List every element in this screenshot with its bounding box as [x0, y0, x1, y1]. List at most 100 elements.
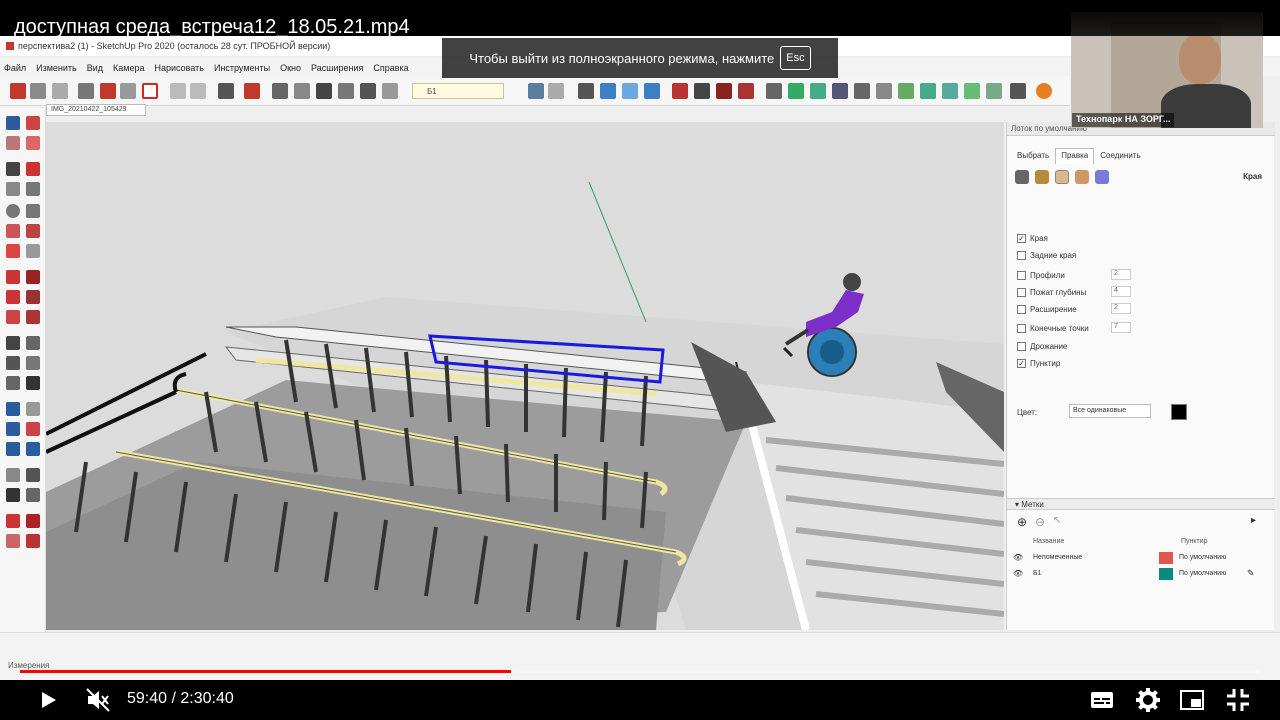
mute-icon[interactable]	[84, 686, 112, 714]
watermark-settings-icon[interactable]	[1075, 170, 1089, 184]
extension-icon[interactable]	[738, 83, 754, 99]
warehouse-icon[interactable]	[694, 83, 710, 99]
menu-window[interactable]: Окно	[280, 63, 301, 76]
polygon-tool-icon[interactable]	[26, 204, 40, 218]
checkbox-back-edges[interactable]	[1017, 250, 1026, 260]
checkbox-extension[interactable]	[1017, 304, 1026, 314]
rotate-tool-icon[interactable]	[6, 290, 20, 304]
stamp-icon[interactable]	[876, 83, 892, 99]
orbit-tool-icon[interactable]	[6, 402, 20, 416]
axes-tool-icon[interactable]	[6, 376, 20, 390]
three-point-arc-tool-icon[interactable]	[6, 244, 20, 258]
option-dashes[interactable]: ✓ Пунктир	[1017, 357, 1060, 369]
right-view-icon[interactable]	[338, 83, 354, 99]
style-icon[interactable]	[528, 83, 544, 99]
option-extension[interactable]: Расширение	[1017, 303, 1077, 315]
endpoints-value[interactable]: 7	[1111, 322, 1131, 333]
sketchup-icon[interactable]	[10, 83, 26, 99]
checkbox-profiles[interactable]	[1017, 270, 1026, 280]
tag-tool-icon[interactable]: ↖	[1053, 515, 1061, 526]
layout-icon[interactable]	[1010, 83, 1026, 99]
save-icon[interactable]	[52, 83, 68, 99]
tags-panel-header[interactable]: ▾ Метки	[1007, 498, 1275, 510]
settings-gear-icon[interactable]	[1134, 686, 1162, 714]
extension-warehouse-icon[interactable]	[1036, 83, 1052, 99]
depth-cue-value[interactable]: 4	[1111, 286, 1131, 297]
option-depth-cue[interactable]: Пожат глубины	[1017, 286, 1086, 298]
exit-fullscreen-icon[interactable]	[1224, 686, 1252, 714]
visibility-eye-icon[interactable]: 👁	[1013, 569, 1023, 578]
redo-icon[interactable]	[190, 83, 206, 99]
smoove-icon[interactable]	[854, 83, 870, 99]
tag-row-untagged[interactable]: 👁 Непомеченные По умолчанию	[1007, 552, 1275, 566]
scene-tab[interactable]: IMG_20210422_105429	[46, 104, 146, 116]
model-info-icon[interactable]	[244, 83, 260, 99]
add-detail-icon[interactable]	[920, 83, 936, 99]
option-edges[interactable]: ✓ Края	[1017, 232, 1048, 244]
share-component-tool-icon[interactable]	[26, 514, 40, 528]
rectangle-tool-icon[interactable]	[6, 182, 20, 196]
checkbox-endpoints[interactable]	[1017, 323, 1026, 333]
zoom-icon[interactable]	[622, 83, 638, 99]
pie-tool-icon[interactable]	[26, 244, 40, 258]
offset-tool-icon[interactable]	[26, 310, 40, 324]
orbit-icon[interactable]	[578, 83, 594, 99]
line-tool-icon[interactable]	[6, 162, 20, 176]
push-pull-tool-icon[interactable]	[26, 270, 40, 284]
contour-icon[interactable]	[986, 83, 1002, 99]
video-title[interactable]: доступная среда_встреча12_18.05.21.mp4	[14, 16, 410, 39]
add-tag-icon[interactable]: ⊕	[1017, 515, 1027, 529]
freehand-tool-icon[interactable]	[26, 162, 40, 176]
cut-icon[interactable]	[78, 83, 94, 99]
menu-extensions[interactable]: Расширения	[311, 63, 363, 76]
zoom-extents-tool-icon[interactable]	[6, 442, 20, 456]
section-plane-icon[interactable]	[766, 83, 782, 99]
progress-bar[interactable]	[20, 670, 1260, 673]
top-view-icon[interactable]	[294, 83, 310, 99]
subtitles-icon[interactable]	[1088, 686, 1116, 714]
menu-help[interactable]: Справка	[373, 63, 408, 76]
active-tag-pencil-icon[interactable]: ✎	[1247, 568, 1255, 579]
extension-manager-tool-icon[interactable]	[6, 534, 20, 548]
walk-tool-icon[interactable]	[6, 488, 20, 502]
menu-view[interactable]: Вид	[87, 63, 103, 76]
option-profiles[interactable]: Профили	[1017, 269, 1065, 281]
print-icon[interactable]	[218, 83, 234, 99]
checkbox-dashes[interactable]: ✓	[1017, 358, 1026, 368]
play-icon[interactable]	[34, 686, 62, 714]
3d-text-tool-icon[interactable]	[26, 376, 40, 390]
terrain-icon[interactable]	[964, 83, 980, 99]
scale-tool-icon[interactable]	[6, 310, 20, 324]
tab-select[interactable]: Выбрать	[1011, 148, 1055, 164]
flip-edge-icon[interactable]	[942, 83, 958, 99]
rotated-rect-tool-icon[interactable]	[26, 182, 40, 196]
circle-tool-icon[interactable]	[6, 204, 20, 218]
delete-tag-icon[interactable]: ⊖	[1035, 515, 1045, 529]
menu-camera[interactable]: Камера	[113, 63, 144, 76]
checkbox-depth-cue[interactable]	[1017, 287, 1026, 297]
delete-icon[interactable]	[142, 83, 158, 99]
previous-view-tool-icon[interactable]	[26, 442, 40, 456]
ruby-console-tool-icon[interactable]	[26, 534, 40, 548]
select-tool-icon[interactable]	[6, 116, 20, 130]
left-view-icon[interactable]	[382, 83, 398, 99]
drape-icon[interactable]	[898, 83, 914, 99]
dimension-tool-icon[interactable]	[26, 336, 40, 350]
youtube-player[interactable]: перспектива2 (1) - SketchUp Pro 2020 (ос…	[0, 0, 1280, 720]
menu-edit[interactable]: Изменить	[36, 63, 77, 76]
tag-color-swatch[interactable]	[1159, 552, 1173, 564]
follow-me-tool-icon[interactable]	[26, 290, 40, 304]
tags-details-icon[interactable]: ▸	[1251, 515, 1256, 526]
tag-row-b1[interactable]: 👁 Б1 По умолчанию ✎	[1007, 568, 1275, 582]
undo-icon[interactable]	[170, 83, 186, 99]
xray-icon[interactable]	[548, 83, 564, 99]
move-tool-icon[interactable]	[6, 270, 20, 284]
rubber-tool-icon[interactable]	[26, 136, 40, 150]
two-point-arc-tool-icon[interactable]	[26, 224, 40, 238]
pan-tool-icon[interactable]	[26, 402, 40, 416]
color-select[interactable]: Все одинаковые	[1069, 404, 1151, 418]
tab-edit[interactable]: Правка	[1055, 148, 1095, 164]
checkbox-edges[interactable]: ✓	[1017, 233, 1026, 243]
modeling-settings-icon[interactable]	[1095, 170, 1109, 184]
tape-tool-icon[interactable]	[6, 336, 20, 350]
